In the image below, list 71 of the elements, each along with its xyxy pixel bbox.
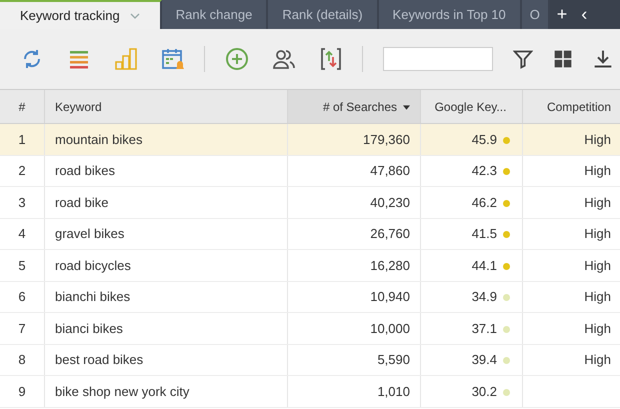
row-number: 5 [18,258,26,273]
table-row[interactable]: 7 bianci bikes 10,000 37.1 High [0,312,620,344]
competition-value: High [584,163,611,178]
table-row[interactable]: 2 road bikes 47,860 42.3 High [0,155,620,186]
tab-action-button[interactable]: + [550,0,574,29]
tab-action-button[interactable]: ‹ [574,0,594,29]
keyword-text: bike shop new york city [55,384,190,399]
row-number: 3 [18,194,26,210]
competition-value: High [584,320,611,336]
searches-value: 179,360 [363,132,410,147]
competition-value: High [584,258,611,273]
competition-value: High [584,352,611,368]
row-number: 6 [18,289,26,304]
column-header[interactable]: Google Key... [420,90,522,124]
keyword-text: best road bikes [55,352,144,368]
kei-value: 44.1 [472,258,497,273]
table-row[interactable]: 3 road bike 40,230 46.2 High [0,186,620,218]
searches-value: 47,860 [370,163,410,178]
searches-value: 10,940 [370,289,410,304]
table-row[interactable]: 4 gravel bikes 26,760 41.5 High [0,218,620,250]
search-field[interactable] [383,47,493,71]
keyword-text: road bicycles [55,258,131,273]
column-header[interactable]: # [0,90,44,124]
kei-value: 41.5 [472,226,497,242]
row-number: 1 [18,132,26,147]
keyword-text: mountain bikes [55,132,142,147]
users-icon[interactable] [272,47,296,71]
kei-value: 42.3 [472,163,497,178]
kei-value: 39.4 [472,352,497,368]
searches-value: 16,280 [370,258,410,273]
row-number: 7 [18,320,26,336]
add-icon[interactable] [225,47,249,71]
searches-value: 26,760 [370,226,410,242]
searches-value: 5,590 [377,352,410,368]
row-number: 4 [18,226,26,242]
download-icon[interactable] [593,49,613,69]
column-header[interactable]: Competition [522,90,620,124]
keyword-text: bianchi bikes [55,289,130,304]
calendar-icon[interactable] [161,47,185,71]
kei-value: 30.2 [472,384,497,399]
kei-value: 46.2 [472,194,497,210]
competition-value: High [584,289,611,304]
table-row[interactable]: 1 mountain bikes 179,360 45.9 High [0,124,620,155]
searches-value: 40,230 [370,194,410,210]
table-row[interactable]: 5 road bicycles 16,280 44.1 High [0,250,620,281]
kei-value: 37.1 [472,320,497,336]
row-number: 2 [18,163,26,178]
filter-icon[interactable] [513,49,533,69]
sort-caret-icon [403,104,410,110]
table-row[interactable]: 9 bike shop new york city 1,010 30.2 [0,376,620,407]
row-number: 9 [18,384,26,399]
table-row[interactable]: 8 best road bikes 5,590 39.4 High [0,344,620,376]
kei-value: 34.9 [472,289,497,304]
keyword-text: road bikes [55,163,115,178]
kei-value: 45.9 [472,132,497,147]
keyword-text: bianci bikes [55,320,123,336]
competition-value: High [584,132,611,147]
grid-icon[interactable] [553,49,573,69]
row-number: 8 [18,352,26,368]
import-export-icon[interactable] [319,47,343,71]
searches-value: 10,000 [370,320,410,336]
searches-value: 1,010 [377,384,410,399]
competition-value: High [584,226,611,242]
table-row[interactable]: 6 bianchi bikes 10,940 34.9 High [0,281,620,312]
competition-value: High [584,194,611,210]
tab[interactable]: Keyword tracking [0,0,162,29]
keyword-text: gravel bikes [55,226,124,242]
keyword-text: road bike [55,194,108,210]
column-header[interactable]: Keyword [44,90,288,124]
column-header[interactable]: # of Searches [288,90,420,124]
chevron-icon[interactable] [130,12,140,18]
